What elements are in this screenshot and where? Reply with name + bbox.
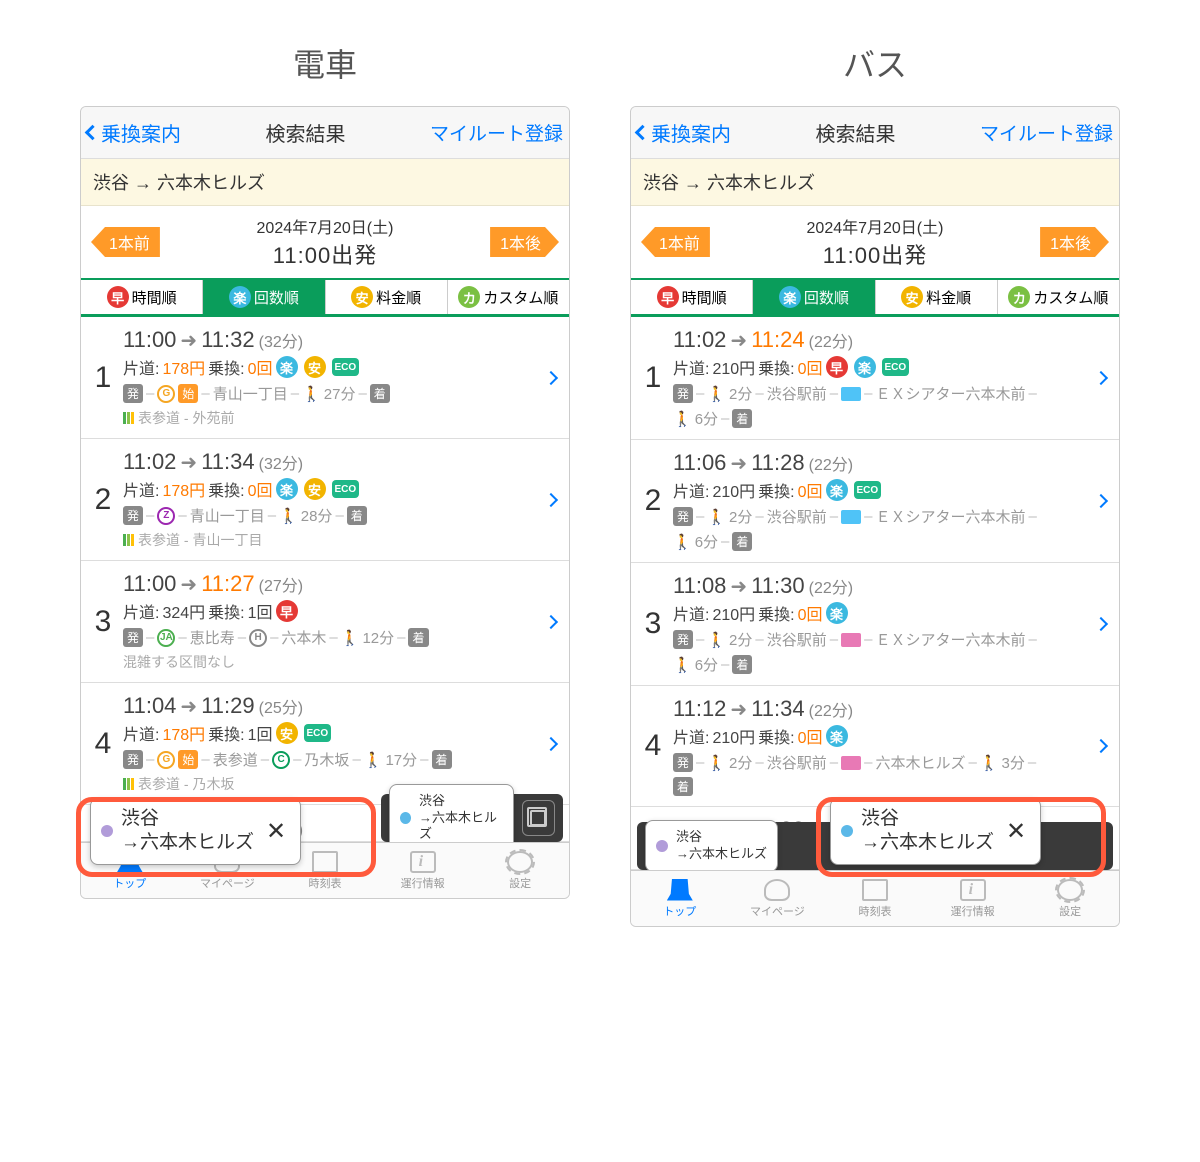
route-chip-big[interactable]: 渋谷→六本木ヒルズ ✕ [830,798,1041,865]
search-time: 11:00出発 [710,238,1040,270]
time-selector: 1本前 2024年7月20日(土) 11:00出発 1本後 [81,206,569,278]
gear-icon [507,851,533,873]
page-title: 検索結果 [731,118,980,147]
close-icon[interactable]: ✕ [262,817,290,846]
route-summary: 渋谷 → 六本木ヒルズ [81,159,569,206]
info-icon [960,879,986,901]
result-item[interactable]: 1 11:00➜11:32(32分) 片道:178円 乗換:0回 楽安ECO 発… [81,317,569,439]
result-number: 3 [633,573,673,675]
chevron-right-icon [544,614,558,628]
prev-bus-button[interactable]: 1本前 [641,227,710,257]
result-number: 4 [83,693,123,794]
tab-timetable[interactable]: 時刻表 [826,871,924,926]
next-bus-button[interactable]: 1本後 [1040,227,1109,257]
sort-fare[interactable]: 安料金順 [876,280,998,314]
dot-icon [101,825,113,837]
sort-transfers[interactable]: 楽回数順 [203,280,325,314]
result-item[interactable]: 3 11:08➜11:30(22分) 片道:210円 乗換:0回 楽 発–🚶2分… [631,563,1119,686]
sort-time[interactable]: 早時間順 [81,280,203,314]
sort-custom[interactable]: カカスタム順 [998,280,1119,314]
chevron-right-icon [1094,371,1108,385]
result-list: 1 11:02➜11:24(22分) 片道:210円 乗換:0回 早楽ECO 発… [631,317,1119,807]
result-number: 4 [633,696,673,796]
result-item[interactable]: 2 11:02➜11:34(32分) 片道:178円 乗換:0回 楽安ECO 発… [81,439,569,561]
close-icon[interactable]: ✕ [1002,817,1030,846]
floating-tab-bar: 渋谷→六本木ヒルズ [381,794,563,842]
sort-fare[interactable]: 安料金順 [326,280,448,314]
result-item[interactable]: 3 11:00➜11:27(27分) 片道:324円 乗換:1回 早 発–JA–… [81,561,569,683]
copy-icon [530,810,546,826]
doc-icon [312,851,338,873]
tab-settings[interactable]: 設定 [471,843,569,898]
result-item[interactable]: 4 11:12➜11:34(22分) 片道:210円 乗換:0回 楽 発–🚶2分… [631,686,1119,807]
search-time: 11:00出発 [160,238,490,270]
tab-service[interactable]: 運行情報 [374,843,472,898]
save-route-button[interactable]: マイルート登録 [430,119,563,146]
column-title-bus: バス [630,40,1120,86]
result-number: 3 [83,571,123,672]
column-title-train: 電車 [80,40,570,86]
sort-custom[interactable]: カカスタム順 [448,280,569,314]
sort-tabs: 早時間順 楽回数順 安料金順 カカスタム順 [81,278,569,317]
train-icon [667,879,693,901]
result-list: 1 11:00➜11:32(32分) 片道:178円 乗換:0回 楽安ECO 発… [81,317,569,805]
chevron-left-icon [85,125,101,141]
next-train-button[interactable]: 1本後 [490,227,559,257]
dot-icon [400,812,411,824]
result-item[interactable]: 2 11:06➜11:28(22分) 片道:210円 乗換:0回 楽ECO 発–… [631,440,1119,563]
chevron-right-icon [1094,739,1108,753]
user-icon [764,879,790,901]
navbar: 乗換案内 検索結果 マイルート登録 [81,107,569,159]
sort-time[interactable]: 早時間順 [631,280,753,314]
prev-train-button[interactable]: 1本前 [91,227,160,257]
phone-train: 乗換案内 検索結果 マイルート登録 渋谷 → 六本木ヒルズ 1本前 2024年7… [80,106,570,899]
result-number: 2 [633,450,673,552]
tab-top[interactable]: トップ [631,871,729,926]
time-selector: 1本前 2024年7月20日(土) 11:00出発 1本後 [631,206,1119,278]
back-button[interactable]: 乗換案内 [87,118,181,147]
tab-mypage[interactable]: マイページ [729,871,827,926]
chevron-right-icon [1094,617,1108,631]
chevron-left-icon [635,125,651,141]
chevron-right-icon [1094,494,1108,508]
page-title: 検索結果 [181,118,430,147]
train-column: 電車 乗換案内 検索結果 マイルート登録 渋谷 → 六本木ヒルズ 1本前 202… [80,40,570,927]
chevron-right-icon [544,370,558,384]
route-chip-big[interactable]: 渋谷→六本木ヒルズ ✕ [90,798,301,865]
bus-column: バス 乗換案内 検索結果 マイルート登録 渋谷 → 六本木ヒルズ 1本前 202… [630,40,1120,927]
result-number: 1 [633,327,673,429]
result-item[interactable]: 1 11:02➜11:24(22分) 片道:210円 乗換:0回 早楽ECO 発… [631,317,1119,440]
chevron-right-icon [544,736,558,750]
tab-settings[interactable]: 設定 [1021,871,1119,926]
search-date: 2024年7月20日(土) [710,214,1040,238]
tab-bar: トップ マイページ 時刻表 運行情報 設定 [631,870,1119,926]
sort-transfers[interactable]: 楽回数順 [753,280,875,314]
dot-icon [656,840,668,852]
result-number: 1 [83,327,123,428]
gear-icon [1057,879,1083,901]
route-chip-small[interactable]: 渋谷→六本木ヒルズ [645,820,778,872]
route-summary: 渋谷 → 六本木ヒルズ [631,159,1119,206]
copy-button[interactable] [522,800,555,836]
back-button[interactable]: 乗換案内 [637,118,731,147]
search-date: 2024年7月20日(土) [160,214,490,238]
chevron-right-icon [544,492,558,506]
info-icon [410,851,436,873]
sort-tabs: 早時間順 楽回数順 安料金順 カカスタム順 [631,278,1119,317]
doc-icon [862,879,888,901]
dot-icon [841,825,853,837]
tab-service[interactable]: 運行情報 [924,871,1022,926]
save-route-button[interactable]: マイルート登録 [980,119,1113,146]
result-number: 2 [83,449,123,550]
navbar: 乗換案内 検索結果 マイルート登録 [631,107,1119,159]
